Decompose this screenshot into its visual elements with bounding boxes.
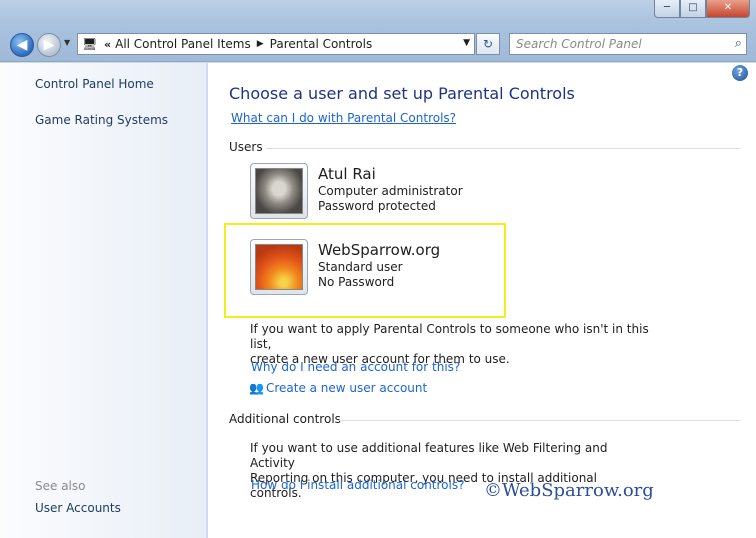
- additional-divider: [338, 420, 740, 421]
- breadcrumb-all-items[interactable]: All Control Panel Items: [115, 37, 251, 51]
- user-tile-websparrow[interactable]: WebSparrow.org Standard user No Password: [250, 239, 440, 295]
- address-chevron-icon[interactable]: «: [104, 38, 111, 51]
- sidebar: Control Panel Home Game Rating Systems S…: [0, 63, 207, 538]
- info-line: If you want to apply Parental Controls t…: [250, 322, 649, 351]
- users-icon: 👥: [249, 381, 264, 395]
- breadcrumb-separator-icon[interactable]: ▶: [257, 39, 264, 49]
- sidebar-item-user-accounts[interactable]: User Accounts: [35, 501, 121, 515]
- flower-avatar: [255, 244, 303, 290]
- main-content: ? Choose a user and set up Parental Cont…: [208, 63, 756, 538]
- sidebar-item-game-rating-systems[interactable]: Game Rating Systems: [35, 113, 168, 127]
- user-tile-atul-rai[interactable]: Atul Rai Computer administrator Password…: [250, 163, 463, 219]
- window-chrome: ─ □ ✕ ◀ ▶ ▼ 🖥 « All Control Panel Items …: [0, 0, 756, 62]
- recent-pages-dropdown-icon[interactable]: ▼: [64, 38, 70, 47]
- create-account-label[interactable]: Create a new user account: [266, 381, 427, 395]
- help-link[interactable]: What can I do with Parental Controls?: [231, 111, 456, 125]
- user-name[interactable]: WebSparrow.org: [318, 241, 440, 259]
- install-controls-link[interactable]: How do I install additional controls?: [251, 478, 464, 492]
- user-role: Standard user: [318, 260, 403, 274]
- user-name[interactable]: Atul Rai: [318, 165, 463, 183]
- user-photo-avatar: [255, 168, 303, 214]
- see-also-label: See also: [35, 479, 86, 493]
- maximize-button[interactable]: □: [680, 0, 706, 18]
- minimize-button[interactable]: ─: [654, 0, 680, 18]
- help-icon[interactable]: ?: [732, 65, 748, 81]
- search-input[interactable]: Search Control Panel ⌕: [509, 33, 747, 55]
- forward-button[interactable]: ▶: [37, 33, 61, 57]
- address-bar[interactable]: 🖥 « All Control Panel Items ▶ Parental C…: [77, 33, 475, 55]
- page-title: Choose a user and set up Parental Contro…: [229, 84, 575, 103]
- users-divider: [266, 148, 740, 149]
- control-panel-icon: 🖥: [82, 37, 98, 51]
- create-account-link[interactable]: 👥 Create a new user account: [249, 381, 427, 395]
- breadcrumb-parental-controls[interactable]: Parental Controls: [270, 37, 373, 51]
- watermark: ©WebSparrow.org: [484, 480, 654, 501]
- address-dropdown-icon[interactable]: ▼: [463, 38, 470, 48]
- refresh-button[interactable]: ↻: [476, 33, 500, 55]
- close-button[interactable]: ✕: [706, 0, 750, 18]
- user-picture-frame[interactable]: [250, 163, 308, 219]
- why-account-link[interactable]: Why do I need an account for this?: [251, 360, 460, 374]
- user-password-status: No Password: [318, 275, 395, 289]
- search-placeholder: Search Control Panel: [516, 37, 642, 51]
- users-heading: Users: [229, 140, 263, 154]
- back-button[interactable]: ◀: [10, 33, 34, 57]
- user-role: Computer administrator: [318, 184, 463, 198]
- caption-buttons: ─ □ ✕: [654, 0, 750, 18]
- additional-controls-heading: Additional controls: [229, 412, 341, 426]
- user-info: WebSparrow.org Standard user No Password: [318, 241, 440, 295]
- sidebar-item-control-panel-home[interactable]: Control Panel Home: [35, 77, 154, 91]
- search-icon[interactable]: ⌕: [735, 34, 742, 54]
- user-password-status: Password protected: [318, 199, 436, 213]
- user-info: Atul Rai Computer administrator Password…: [318, 165, 463, 219]
- user-picture-frame[interactable]: [250, 239, 308, 295]
- additional-line: If you want to use additional features l…: [250, 441, 608, 470]
